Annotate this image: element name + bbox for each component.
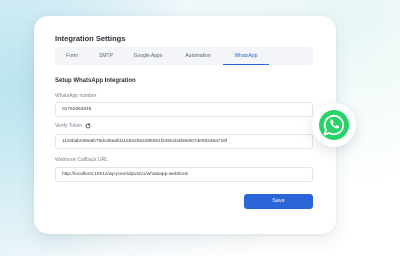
integration-settings-card: Integration Settings Form SMTP Google Ap… [34, 16, 336, 234]
page-title: Integration Settings [55, 34, 126, 43]
verify-token-input[interactable]: 1115babe38e6b76dcd6eafd115622b53285051f2… [55, 134, 313, 149]
section-title: Setup WhatsApp Integration [55, 78, 136, 84]
webhook-url-label-text: Webhook Callback URL [55, 157, 108, 163]
save-button[interactable]: Save [244, 194, 313, 209]
whatsapp-badge [312, 103, 356, 147]
webhook-url-label: Webhook Callback URL [55, 157, 108, 163]
tab-form[interactable]: Form [55, 47, 89, 65]
tab-whatsapp[interactable]: WhatsApp [223, 47, 269, 65]
whatsapp-number-label-text: WhatsApp number [55, 93, 97, 99]
webhook-url-input[interactable]: http://localhost:10011/wp-json/sdpvs/v1/… [55, 167, 313, 182]
verify-token-label: Verify Token [55, 123, 91, 129]
refresh-icon[interactable] [85, 123, 91, 129]
tab-google-apps[interactable]: Google Apps [123, 47, 173, 65]
verify-token-label-text: Verify Token [55, 123, 83, 129]
whatsapp-number-label: WhatsApp number [55, 93, 96, 99]
integration-tabs: Form SMTP Google Apps Automation WhatsAp… [55, 47, 313, 65]
tab-automation[interactable]: Automation [173, 47, 223, 65]
whatsapp-number-input[interactable]: 01762663848 [55, 102, 313, 117]
whatsapp-icon [319, 110, 349, 140]
tab-smtp[interactable]: SMTP [89, 47, 123, 65]
